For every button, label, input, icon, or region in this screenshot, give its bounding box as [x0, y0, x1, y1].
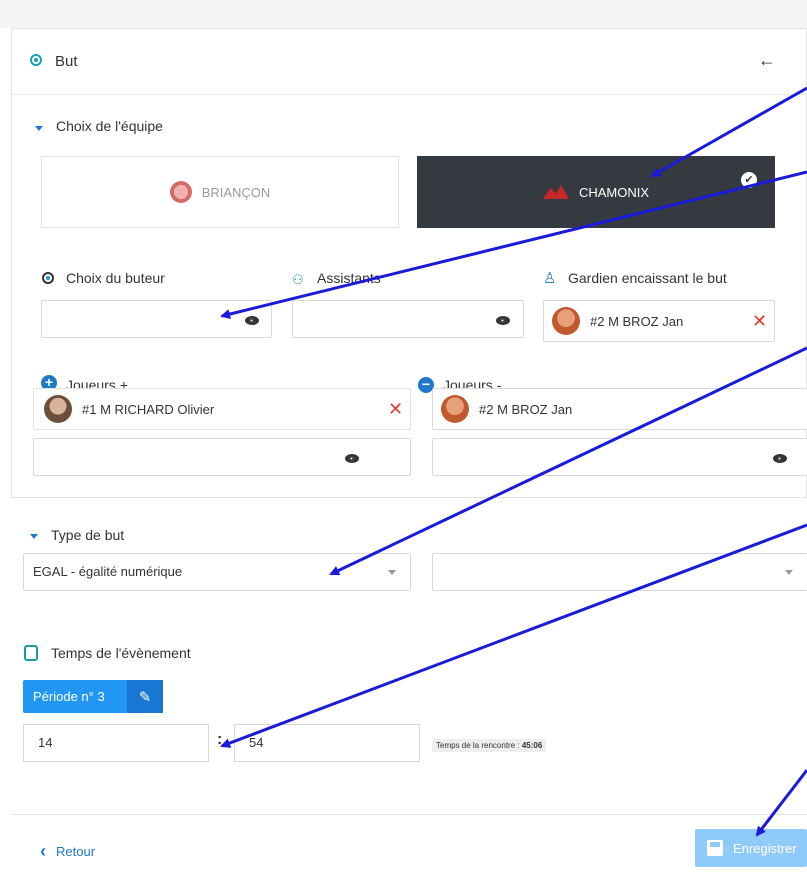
annotation-arrow-save — [755, 769, 807, 837]
annotation-arrow-goal-type — [329, 346, 807, 576]
annotation-arrow-time — [220, 523, 807, 748]
annotation-arrow-scorer — [220, 170, 807, 319]
annotation-arrows — [220, 86, 807, 837]
annotation-arrow-team — [650, 86, 807, 178]
